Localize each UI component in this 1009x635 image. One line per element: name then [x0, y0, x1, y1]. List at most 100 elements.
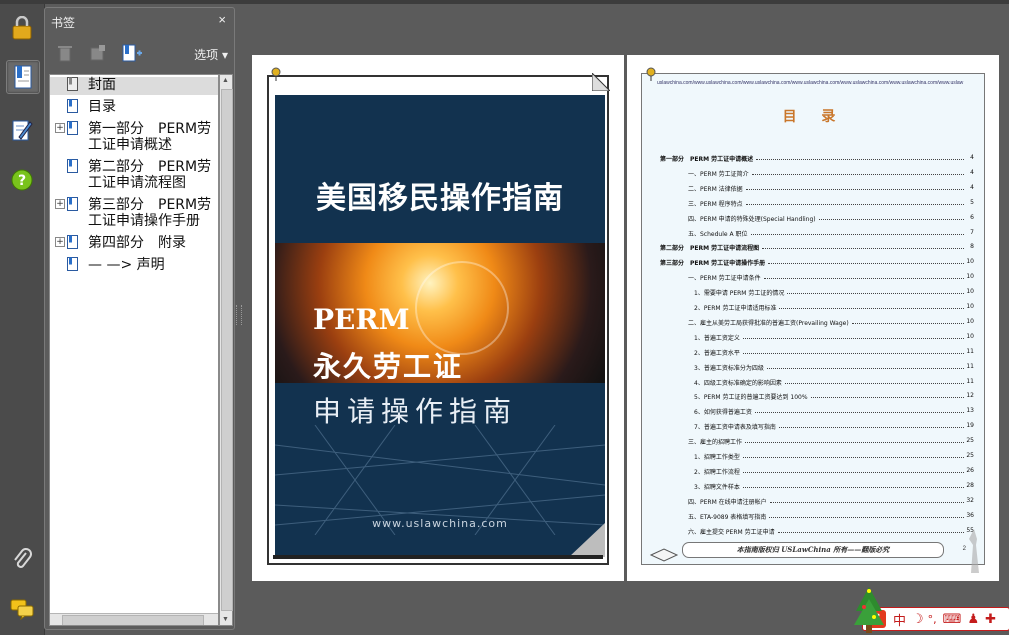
bookmarks-panel-icon[interactable]	[6, 60, 40, 94]
punctuation-icon[interactable]: °,	[928, 613, 937, 626]
signature-pen-icon[interactable]	[6, 114, 38, 146]
navigation-tool-strip: ?	[0, 4, 45, 635]
toc-entry-title: 三、PERM 程序特点	[688, 200, 743, 208]
toc-leader-dots	[745, 437, 964, 444]
cover-url: www.uslawchina.com	[372, 517, 508, 530]
toc-entry-page: 13	[966, 407, 974, 415]
bookmark-item[interactable]: 第二部分 PERM劳工证申请流程图	[50, 159, 218, 193]
bookmark-page-icon	[67, 197, 78, 211]
book-icon	[649, 548, 679, 562]
delete-bookmark-icon[interactable]	[57, 44, 77, 64]
toc-leader-dots	[852, 318, 964, 324]
toc-leader-dots	[743, 348, 964, 354]
toc-leader-dots	[770, 497, 964, 503]
attachment-paperclip-icon[interactable]	[6, 543, 38, 575]
bookmark-item[interactable]: + 第三部分 PERM劳工证申请操作手册	[50, 197, 218, 231]
toc-leader-dots	[767, 363, 964, 369]
toc-entry-page: 25	[966, 437, 974, 445]
toc-leader-dots	[769, 512, 964, 518]
toc-leader-dots	[764, 273, 964, 280]
toc-entry-title: 四、PERM 在线申请注册帐户	[688, 498, 767, 506]
toc-entry-title: 二、雇主从美劳工局获得批准的普遍工资(Prevailing Wage)	[688, 319, 849, 327]
toc-entry-title: 五、Schedule A 职位	[688, 230, 748, 238]
top-border	[0, 0, 1009, 4]
new-bookmark-options-icon[interactable]	[89, 44, 109, 64]
bookmark-item[interactable]: + 第四部分 附录	[50, 235, 218, 253]
toc-leader-dots	[743, 333, 964, 339]
comments-icon[interactable]	[6, 593, 38, 625]
toc-entry-page: 36	[966, 511, 974, 519]
vertical-scrollbar[interactable]: ▲ ▼	[219, 74, 233, 626]
toc-entry-title: 4、四级工资标准确定的影响因素	[694, 379, 782, 387]
ime-language-label[interactable]: 中	[893, 610, 906, 629]
bookmark-page-icon	[67, 257, 78, 271]
keyboard-icon[interactable]: ⌨	[943, 612, 962, 627]
expand-toggle[interactable]: +	[55, 237, 65, 247]
document-page-cover: 美国移民操作指南 PERM 永久劳工证 申请操作指南 www.uslawchin…	[252, 55, 624, 581]
toc-entry-title: 2、PERM 劳工证申请适用标准	[694, 305, 777, 312]
panel-close-button[interactable]: ×	[218, 12, 226, 27]
toc-entry-page: 10	[966, 317, 974, 325]
help-icon[interactable]: ?	[6, 164, 38, 196]
toc-entry-page: 10	[966, 258, 974, 266]
toc-entry-title: 五、ETA-9089 表格填写指南	[688, 513, 767, 521]
bookmark-item[interactable]: 封面	[50, 77, 218, 95]
toc-entry-page: 4	[970, 168, 974, 176]
toc-entry-page: 28	[966, 481, 974, 489]
toc-entry-title: 三、雇主的招聘工作	[688, 439, 743, 447]
toc-entry-title: 1、招聘工作类型	[694, 454, 740, 461]
toc-leader-dots	[743, 452, 964, 458]
toc-entry-title: 1、普遍工资定义	[694, 334, 740, 342]
toc-leader-dots	[751, 229, 964, 235]
toc-leader-dots	[743, 467, 964, 473]
half-width-moon-icon[interactable]: ☽	[912, 612, 924, 627]
toc-leader-dots	[755, 407, 964, 414]
toc-entry-page: 6	[970, 213, 974, 221]
toc-entry-page: 11	[966, 362, 974, 370]
cover-perm: PERM	[313, 303, 410, 336]
page-curl-icon	[569, 523, 605, 557]
tools-icon[interactable]: ✚	[985, 612, 996, 627]
toc-entry-title: 第三部分 PERM 劳工证申请操作手册	[660, 260, 766, 268]
lock-icon[interactable]	[6, 12, 38, 44]
user-icon[interactable]: ♟	[967, 612, 979, 627]
toc-leader-dots	[778, 527, 964, 533]
toc-entry-page: 11	[966, 347, 974, 355]
horizontal-scrollbar[interactable]	[50, 613, 218, 625]
toc-entry-page: 8	[970, 243, 974, 251]
toc-leader-dots	[746, 199, 964, 205]
cover-title: 美国移民操作指南	[316, 181, 564, 216]
expand-toggle[interactable]: +	[55, 199, 65, 209]
toc-entry-title: 2、普遍工资水平	[694, 349, 740, 357]
options-menu-button[interactable]: 选项 ▾	[194, 46, 228, 63]
toc-entry-page: 10	[966, 303, 974, 310]
toc-entry-title: 一、PERM 劳工证简介	[688, 170, 749, 178]
bookmark-item[interactable]: + 第一部分 PERM劳工证申请概述	[50, 121, 218, 155]
toc-entry-page: 7	[970, 228, 974, 236]
document-page-toc: uslawchina.com/www.uslawchina.com/www.us…	[627, 55, 999, 581]
cover-image: 美国移民操作指南 PERM 永久劳工证 申请操作指南 www.uslawchin…	[275, 95, 605, 557]
cover-subtitle-1: 永久劳工证	[313, 350, 464, 383]
cover-subtitle-2: 申请操作指南	[313, 395, 518, 428]
toc-leader-dots	[785, 378, 964, 384]
toc-entry-title: 1、需要申请 PERM 劳工证的情况	[694, 290, 785, 298]
new-bookmark-icon[interactable]	[121, 44, 142, 64]
bookmark-page-icon	[67, 159, 78, 173]
toc-leader-dots	[779, 422, 964, 429]
bookmark-item[interactable]: 目录	[50, 99, 218, 117]
bookmarks-panel: 书签 × 选项 ▾ 封面 目录 + 第一部分 PERM劳工证申请概述 第二部分	[44, 7, 235, 630]
toc-entry-title: 六、雇主提交 PERM 劳工证申请	[688, 528, 775, 536]
toc-footer: 本指南版权归 USLawChina 所有——翻版必究	[682, 542, 944, 558]
toc-entry-page: 10	[966, 288, 974, 296]
bookmark-item[interactable]: — —> 声明	[50, 257, 218, 275]
toc-leader-dots	[743, 482, 964, 488]
toc-entry-title: 二、PERM 法律依据	[688, 185, 743, 193]
toc-entry-title: 3、招聘文件样本	[694, 483, 740, 491]
toc-entry-title: 7、普遍工资申请表及填写指南	[694, 424, 776, 432]
toc-leader-dots	[811, 392, 964, 399]
panel-resize-handle[interactable]	[236, 305, 242, 325]
toc-entry-page: 10	[966, 273, 974, 281]
expand-toggle[interactable]: +	[55, 123, 65, 133]
toc-sheet: uslawchina.com/www.uslawchina.com/www.us…	[641, 73, 985, 565]
bookmark-toolbar: 选项 ▾	[45, 36, 234, 72]
